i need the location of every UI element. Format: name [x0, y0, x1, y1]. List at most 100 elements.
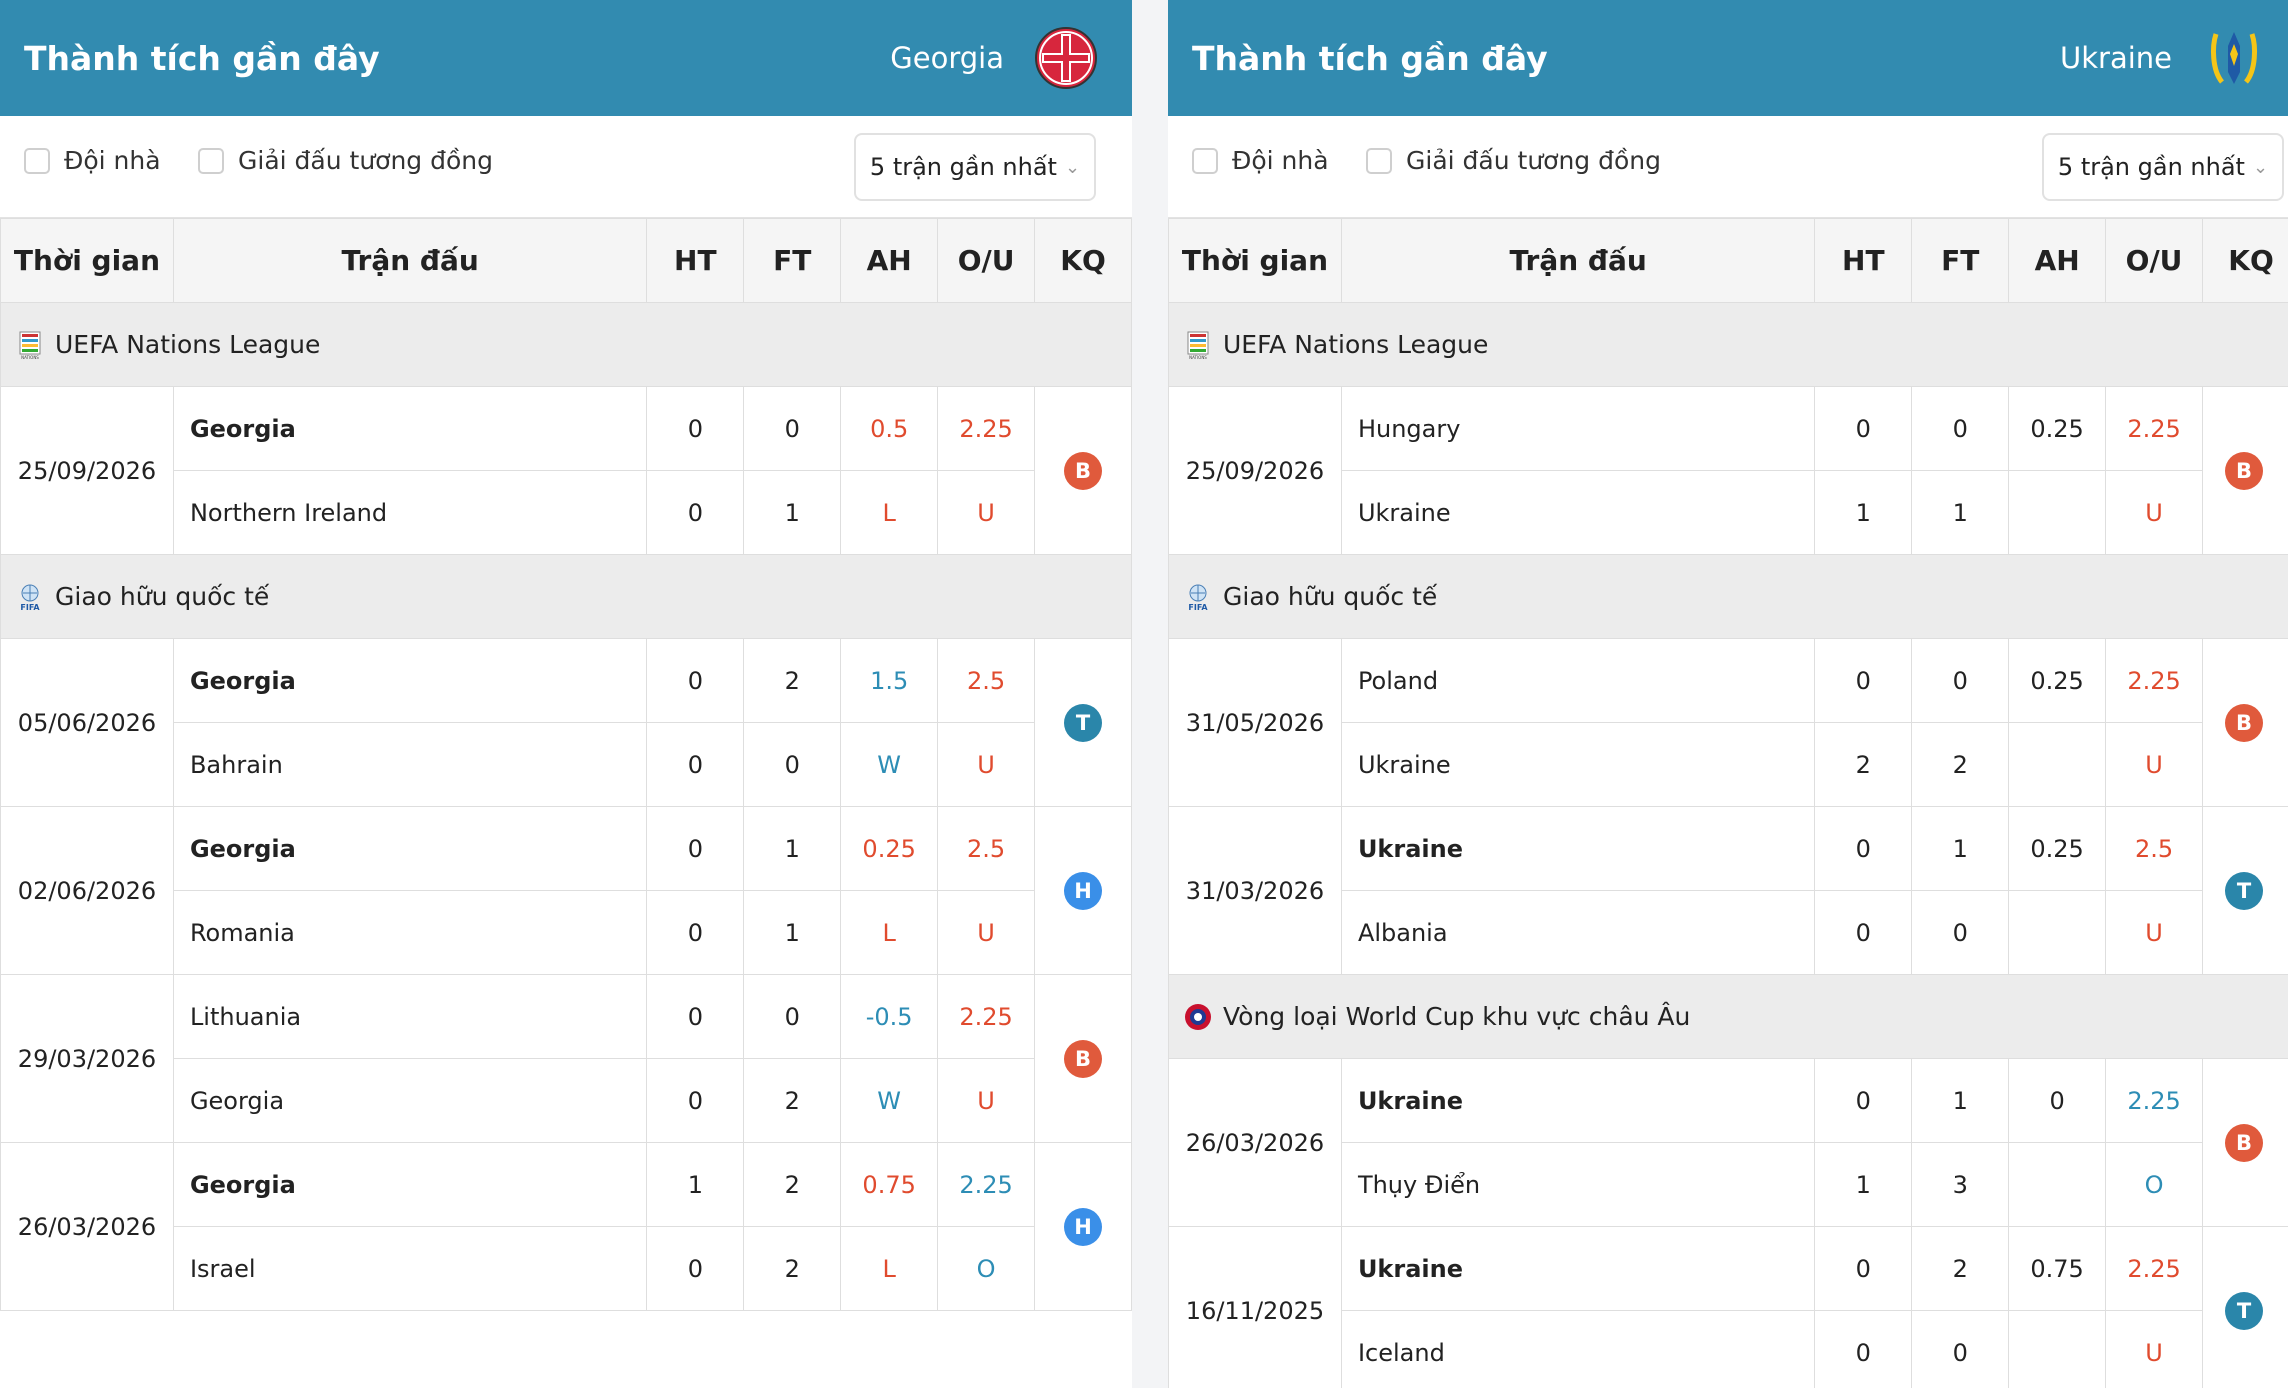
match-count-select[interactable]: 5 trận gần nhất ⌄: [2042, 133, 2284, 201]
ft-away: 1: [743, 470, 842, 555]
ah-line: 0.25: [840, 806, 939, 891]
table-row[interactable]: 02/06/2026 Georgia 0 1 0.25 2.5 H: [0, 806, 1132, 975]
ht-away: 0: [1814, 890, 1913, 975]
ft-away: 3: [1911, 1142, 2010, 1227]
competition-name: Giao hữu quốc tế: [1223, 582, 1438, 611]
ht-away: 0: [1814, 1310, 1913, 1388]
checkbox-box[interactable]: [198, 147, 224, 174]
ft-home: 2: [743, 1142, 842, 1227]
away-team[interactable]: Israel: [172, 1226, 648, 1311]
ou-result: U: [937, 890, 1036, 975]
table-row[interactable]: 05/06/2026 Georgia 0 2 1.5 2.5 T: [0, 638, 1132, 807]
home-team[interactable]: Georgia: [172, 386, 648, 471]
home-team[interactable]: Ukraine: [1340, 806, 1816, 891]
team-info: Ukraine: [2060, 26, 2266, 90]
ou-result: U: [2105, 1310, 2203, 1388]
ht-home: 0: [1814, 638, 1913, 723]
result-badge: T: [2225, 871, 2263, 910]
filter-bar: Đội nhà Giải đấu tương đồng 5 trận gần n…: [0, 116, 1132, 218]
nations-league-icon: NATIONS: [1187, 331, 1209, 360]
home-team[interactable]: Georgia: [172, 806, 648, 891]
table-row[interactable]: 25/09/2026 Georgia 0 0 0.5 2.25 B: [0, 386, 1132, 555]
select-value: 5 trận gần nhất: [2057, 153, 2245, 181]
ft-away: 0: [1911, 1310, 2010, 1388]
competition-row: NATIONS UEFA Nations League: [0, 302, 1132, 387]
ft-home: 0: [1911, 638, 2010, 723]
ht-home: 0: [646, 386, 745, 471]
ht-away: 1: [1814, 470, 1913, 555]
home-team[interactable]: Georgia: [172, 1142, 648, 1227]
ht-home: 0: [1814, 1226, 1913, 1311]
ukraine-recent-form-panel: Thành tích gần đây Ukraine Đội nhà Giải …: [1168, 0, 2288, 1388]
chevron-down-icon: ⌄: [1064, 156, 1081, 178]
match-count-select[interactable]: 5 trận gần nhất ⌄: [854, 133, 1096, 201]
home-team[interactable]: Ukraine: [1340, 1058, 1816, 1143]
home-team[interactable]: Poland: [1340, 638, 1816, 723]
home-team[interactable]: Lithuania: [172, 974, 648, 1059]
ft-away: 0: [743, 722, 842, 807]
home-team[interactable]: Ukraine: [1340, 1226, 1816, 1311]
team-name: Georgia: [890, 41, 1004, 75]
home-team-checkbox[interactable]: Đội nhà: [1192, 146, 1329, 175]
checkbox-box[interactable]: [24, 147, 50, 174]
away-team[interactable]: Ukraine: [1340, 722, 1816, 807]
away-team[interactable]: Northern Ireland: [172, 470, 648, 555]
select-value: 5 trận gần nhất: [869, 153, 1057, 181]
table-row[interactable]: 25/09/2026 Hungary 0 0 0.25 2.25 B: [1168, 386, 2288, 555]
fifa-icon: FIFA: [1188, 584, 1208, 612]
col-kq: KQ: [2202, 218, 2288, 303]
ht-away: 0: [646, 470, 745, 555]
away-team[interactable]: Georgia: [172, 1058, 648, 1143]
ft-home: 2: [1911, 1226, 2010, 1311]
ou-result: O: [937, 1226, 1036, 1311]
col-time: Thời gian: [0, 218, 174, 303]
checkbox-box[interactable]: [1366, 147, 1392, 174]
match-date: 29/03/2026: [0, 974, 174, 1143]
table-row[interactable]: 26/03/2026 Ukraine 0 1 0 2.25 B: [1168, 1058, 2288, 1227]
ft-home: 0: [743, 974, 842, 1059]
table-row[interactable]: 29/03/2026 Lithuania 0 0 -0.5 2.25 B: [0, 974, 1132, 1143]
home-team[interactable]: Hungary: [1340, 386, 1816, 471]
competition-row: FIFA Giao hữu quốc tế: [1168, 554, 2288, 639]
checkbox-box[interactable]: [1192, 147, 1218, 174]
col-ft: FT: [743, 218, 842, 303]
table-row[interactable]: 31/05/2026 Poland 0 0 0.25 2.25 B: [1168, 638, 2288, 807]
same-league-checkbox[interactable]: Giải đấu tương đồng: [1366, 146, 1661, 175]
away-team[interactable]: Thụy Điển: [1340, 1142, 1816, 1227]
ou-result: U: [2105, 470, 2203, 555]
ft-home: 1: [743, 806, 842, 891]
ah-result: L: [840, 890, 939, 975]
same-league-checkbox[interactable]: Giải đấu tương đồng: [198, 146, 493, 175]
result-badge: B: [2225, 703, 2263, 742]
ah-line: 0: [2008, 1058, 2107, 1143]
away-team[interactable]: Romania: [172, 890, 648, 975]
table-row[interactable]: 16/11/2025 Ukraine 0 2 0.75 2.25 T: [1168, 1226, 2288, 1388]
away-team[interactable]: Iceland: [1340, 1310, 1816, 1388]
ou-result: U: [937, 722, 1036, 807]
home-team[interactable]: Georgia: [172, 638, 648, 723]
ah-line: 0.25: [2008, 638, 2107, 723]
ah-result: W: [840, 722, 939, 807]
ah-line: 0.25: [2008, 386, 2107, 471]
table-row[interactable]: 26/03/2026 Georgia 1 2 0.75 2.25 H: [0, 1142, 1132, 1311]
same-league-label: Giải đấu tương đồng: [238, 146, 493, 175]
panel-title: Thành tích gần đây: [1192, 38, 1548, 78]
ukraine-federation-logo-icon: [2211, 32, 2257, 84]
col-ht: HT: [646, 218, 745, 303]
table-header-row: Thời gian Trận đấu HT FT AH O/U KQ: [0, 218, 1132, 303]
away-team[interactable]: Bahrain: [172, 722, 648, 807]
ft-home: 1: [1911, 806, 2010, 891]
ou-line: 2.25: [2105, 386, 2203, 471]
away-team[interactable]: Albania: [1340, 890, 1816, 975]
panel-divider: [1132, 0, 1168, 1388]
ft-away: 1: [1911, 470, 2010, 555]
table-row[interactable]: 31/03/2026 Ukraine 0 1 0.25 2.5 T: [1168, 806, 2288, 975]
match-date: 05/06/2026: [0, 638, 174, 807]
ou-line: 2.25: [2105, 1058, 2203, 1143]
ft-away: 1: [743, 890, 842, 975]
away-team[interactable]: Ukraine: [1340, 470, 1816, 555]
result-badge: H: [1064, 871, 1103, 910]
competition-row: Vòng loại World Cup khu vực châu Âu: [1168, 974, 2288, 1059]
col-ft: FT: [1911, 218, 2010, 303]
home-team-checkbox[interactable]: Đội nhà: [24, 146, 161, 175]
